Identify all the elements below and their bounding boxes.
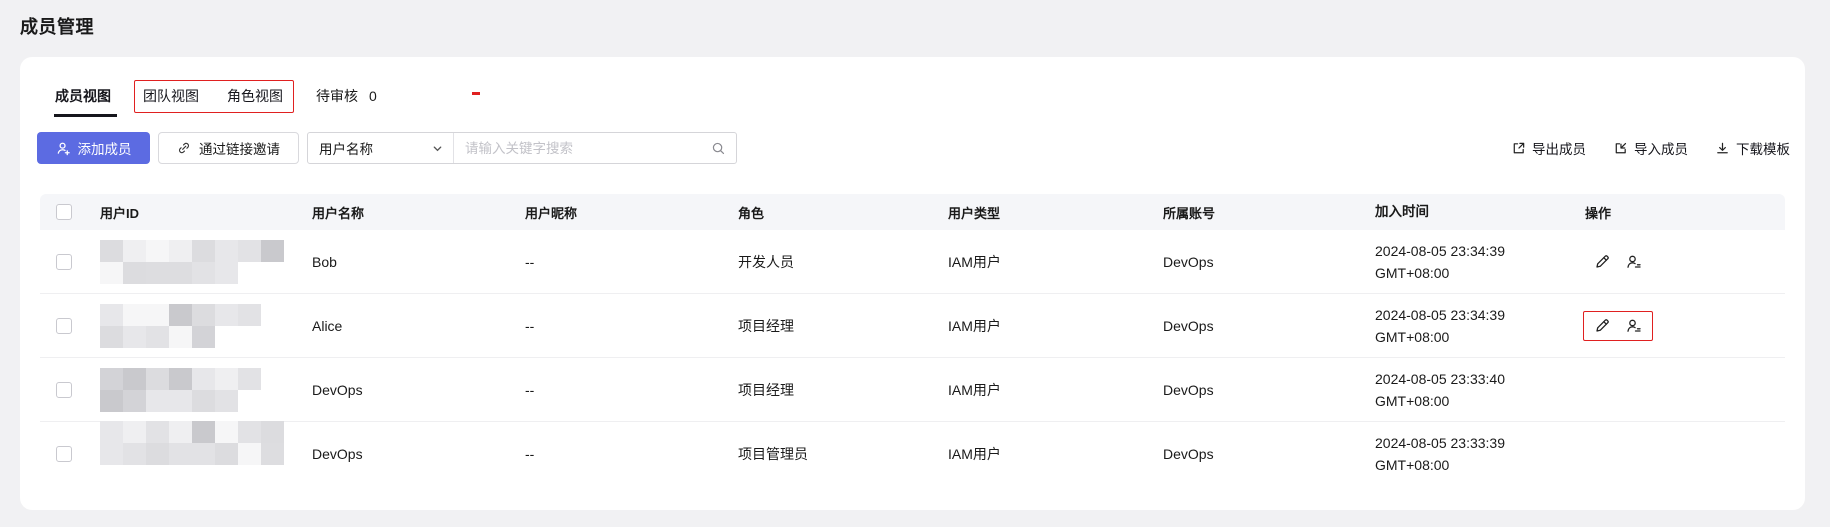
user-name-cell: DevOps: [312, 446, 363, 462]
member-management-card: 成员视图 团队视图 角色视图 待审核 0 添加成员 通过链接邀请 用户名称 请输…: [20, 57, 1805, 510]
joined-date: 2024-08-05 23:33:39: [1375, 435, 1505, 451]
magnifier-icon[interactable]: [711, 141, 726, 156]
invite-by-link-label: 通过链接邀请: [199, 142, 280, 157]
user-plus-icon: [56, 141, 71, 156]
add-member-button[interactable]: 添加成员: [37, 132, 150, 164]
annotation-dash: [472, 92, 480, 95]
nickname-cell: --: [525, 381, 535, 398]
user-role-icon[interactable]: [1625, 318, 1642, 334]
role-cell: 项目经理: [738, 317, 794, 334]
redacted-user-id: [100, 239, 284, 284]
col-header-nickname: 用户昵称: [525, 205, 578, 221]
filter-selected-value: 用户名称: [319, 142, 373, 157]
pending-count: 0: [369, 88, 377, 104]
row-actions: [1583, 247, 1653, 277]
select-all-checkbox[interactable]: [56, 204, 72, 220]
col-header-joined: 加入时间: [1375, 204, 1429, 219]
role-cell: 项目管理员: [738, 446, 808, 462]
download-icon: [1715, 141, 1730, 156]
row-checkbox[interactable]: [56, 253, 72, 270]
col-header-ops: 操作: [1585, 205, 1612, 221]
table-row: Bob -- 开发人员 IAM用户 DevOps 2024-08-05 23:3…: [40, 230, 1785, 294]
nickname-cell: --: [525, 253, 535, 270]
joined-timezone: GMT+08:00: [1375, 457, 1450, 473]
table-link-actions: 导出成员 导入成员 下载模板: [1511, 138, 1790, 158]
table-header: 用户ID 用户名称 用户昵称 角色 用户类型 所属账号 加入时间 操作: [40, 194, 1785, 230]
link-icon: [177, 141, 191, 155]
table-row: Alice -- 项目经理 IAM用户 DevOps 2024-08-05 23…: [40, 294, 1785, 358]
joined-time-cell: 2024-08-05 23:33:39 GMT+08:00: [1375, 432, 1585, 476]
tab-member-view[interactable]: 成员视图: [54, 86, 117, 117]
filter-field-select[interactable]: 用户名称: [308, 133, 454, 163]
user-name-cell: Alice: [312, 317, 343, 334]
export-icon: [1511, 141, 1526, 156]
members-table: 用户ID 用户名称 用户昵称 角色 用户类型 所属账号 加入时间 操作 Bob …: [40, 194, 1785, 486]
view-tabs: 成员视图 团队视图 角色视图 待审核 0: [20, 79, 1805, 117]
col-header-role: 角色: [738, 205, 765, 221]
account-cell: DevOps: [1163, 317, 1214, 334]
table-row: DevOps -- 项目经理 IAM用户 DevOps 2024-08-05 2…: [40, 358, 1785, 422]
joined-date: 2024-08-05 23:34:39: [1375, 242, 1505, 259]
joined-timezone: GMT+08:00: [1375, 264, 1450, 281]
table-row: DevOps -- 项目管理员 IAM用户 DevOps 2024-08-05 …: [40, 421, 1785, 487]
joined-time-cell: 2024-08-05 23:34:39 GMT+08:00: [1375, 240, 1585, 284]
col-header-user-name: 用户名称: [312, 205, 365, 221]
redacted-user-id: [100, 367, 272, 412]
joined-timezone: GMT+08:00: [1375, 328, 1450, 345]
export-members-button[interactable]: 导出成员: [1511, 138, 1586, 158]
col-header-account: 所属账号: [1163, 205, 1216, 221]
page-title: 成员管理: [20, 17, 94, 37]
joined-date: 2024-08-05 23:33:40: [1375, 370, 1505, 387]
row-checkbox[interactable]: [56, 317, 72, 334]
import-members-label: 导入成员: [1634, 142, 1688, 157]
joined-timezone: GMT+08:00: [1375, 392, 1450, 409]
tab-pending-review[interactable]: 待审核 0: [316, 86, 377, 106]
import-icon: [1613, 141, 1628, 156]
pencil-icon[interactable]: [1594, 254, 1610, 270]
row-checkbox[interactable]: [56, 446, 72, 462]
search-input[interactable]: [465, 140, 685, 156]
joined-time-cell: 2024-08-05 23:33:40 GMT+08:00: [1375, 368, 1585, 412]
annotation-box-tabs: 团队视图 角色视图: [134, 79, 294, 113]
account-cell: DevOps: [1163, 253, 1214, 270]
download-template-button[interactable]: 下载模板: [1715, 138, 1790, 158]
user-type-cell: IAM用户: [948, 317, 1001, 334]
pending-label: 待审核: [316, 88, 358, 104]
user-type-cell: IAM用户: [948, 381, 1001, 398]
user-type-cell: IAM用户: [948, 253, 1001, 270]
account-cell: DevOps: [1163, 446, 1214, 462]
keyword-search: [454, 133, 736, 163]
role-cell: 项目经理: [738, 381, 794, 398]
redacted-user-id: [100, 303, 272, 348]
user-type-cell: IAM用户: [948, 446, 1001, 462]
search-group: 用户名称: [307, 132, 737, 164]
row-actions-annotated: [1583, 310, 1653, 341]
nickname-cell: --: [525, 446, 535, 462]
invite-by-link-button[interactable]: 通过链接邀请: [158, 132, 299, 164]
joined-time-cell: 2024-08-05 23:34:39 GMT+08:00: [1375, 304, 1585, 348]
role-cell: 开发人员: [738, 253, 794, 270]
add-member-label: 添加成员: [77, 142, 132, 157]
chevron-down-icon: [432, 143, 443, 154]
joined-date: 2024-08-05 23:34:39: [1375, 306, 1505, 323]
toolbar: 添加成员 通过链接邀请 用户名称 请输入关键字搜索 导出成员 导入成员 下载模板: [20, 132, 1805, 164]
col-header-user-id: 用户ID: [100, 205, 140, 221]
row-checkbox[interactable]: [56, 381, 72, 398]
download-template-label: 下载模板: [1736, 142, 1790, 157]
col-header-type: 用户类型: [948, 205, 1001, 221]
user-name-cell: Bob: [312, 253, 337, 270]
import-members-button[interactable]: 导入成员: [1613, 138, 1688, 158]
account-cell: DevOps: [1163, 381, 1214, 398]
user-name-cell: DevOps: [312, 381, 363, 398]
table-body: Bob -- 开发人员 IAM用户 DevOps 2024-08-05 23:3…: [40, 230, 1785, 486]
user-role-icon[interactable]: [1625, 254, 1642, 270]
tab-team-view[interactable]: 团队视图: [143, 86, 199, 106]
redacted-user-id: [100, 421, 298, 487]
export-members-label: 导出成员: [1532, 142, 1586, 157]
tab-role-view[interactable]: 角色视图: [227, 86, 283, 106]
nickname-cell: --: [525, 317, 535, 334]
pencil-icon[interactable]: [1594, 318, 1610, 334]
